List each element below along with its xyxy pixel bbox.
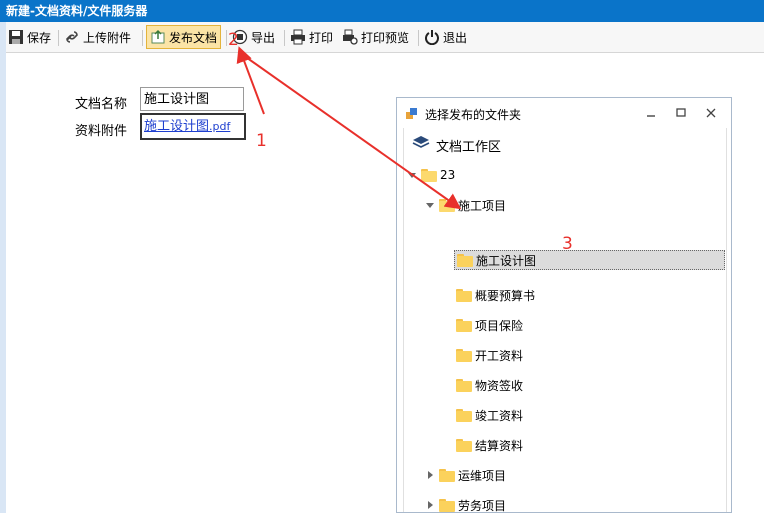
toolbar-separator (418, 30, 419, 46)
tree-node-label: 23 (440, 168, 456, 182)
document-name-label: 文档名称 (75, 97, 128, 112)
expanded-arrow-icon[interactable] (408, 172, 416, 178)
attachment-field[interactable]: 施工设计图.pdf (140, 113, 246, 140)
toolbar-separator (284, 30, 285, 46)
tree-node-labor[interactable]: 劳务项目 (428, 495, 506, 515)
attachment-label: 资料附件 (75, 124, 128, 139)
print-preview-icon (342, 29, 358, 45)
tree-node-label: 物资签收 (475, 378, 524, 393)
dialog-title: 选择发布的文件夹 (425, 108, 522, 122)
folder-icon (421, 168, 437, 182)
folder-icon (456, 318, 472, 332)
upload-attachment-button[interactable]: 上传附件 (64, 26, 131, 48)
attachment-link[interactable]: 施工设计图.pdf (144, 119, 230, 134)
annotation-number-1: 1 (256, 131, 267, 151)
toolbar-separator (226, 30, 227, 46)
publish-icon (150, 29, 166, 45)
annotation-number-3: 3 (562, 234, 573, 254)
tree-node-label: 施工项目 (458, 198, 507, 213)
layers-icon (412, 135, 430, 155)
tree-node[interactable]: 结算资料 (456, 435, 523, 455)
tree-node-label: 运维项目 (458, 468, 507, 483)
window-title-bar: 新建-文档资料/文件服务器 (0, 0, 764, 22)
tree-node[interactable]: 竣工资料 (456, 405, 523, 425)
print-preview-button[interactable]: 打印预览 (342, 26, 409, 48)
folder-icon (456, 348, 472, 362)
tree-node-23[interactable]: 23 (408, 165, 455, 185)
collapsed-arrow-icon[interactable] (428, 501, 433, 509)
save-icon (8, 29, 24, 45)
folder-icon (456, 378, 472, 392)
tree-node-construction[interactable]: 施工项目 (426, 195, 506, 215)
folder-icon (439, 198, 455, 212)
folder-icon (456, 288, 472, 302)
print-button[interactable]: 打印 (290, 26, 333, 48)
link-icon (64, 29, 80, 45)
folder-tree: 文档工作区 23 施工项目 施工设计图 概要预算书 项目保险 开工资料 物资签收… (403, 128, 727, 515)
close-icon[interactable] (704, 106, 718, 120)
save-button[interactable]: 保存 (8, 26, 51, 48)
folder-icon (456, 408, 472, 422)
left-edge-strip (0, 22, 6, 513)
publish-document-button[interactable]: 发布文档 (146, 25, 222, 49)
tree-node-label: 开工资料 (475, 348, 524, 363)
tree-node[interactable]: 项目保险 (456, 315, 523, 335)
tree-node-label: 劳务项目 (458, 498, 507, 513)
tree-node-label: 结算资料 (475, 438, 524, 453)
print-label: 打印 (309, 30, 334, 45)
toolbar: 保存 上传附件 发布文档 导出 打印 打印预览 退出 (6, 22, 764, 53)
tree-node-label: 竣工资料 (475, 408, 524, 423)
select-folder-dialog: 选择发布的文件夹 文档工作区 23 施工项目 施工设计图 概要预算书 项目保险 … (396, 97, 732, 513)
tree-node-label: 施工设计图 (476, 253, 537, 268)
tree-node[interactable]: 概要预算书 (456, 285, 535, 305)
expanded-arrow-icon[interactable] (426, 202, 434, 208)
tree-node-label: 项目保险 (475, 318, 524, 333)
dialog-app-icon (406, 108, 418, 123)
collapsed-arrow-icon[interactable] (428, 471, 433, 479)
exit-label: 退出 (443, 30, 468, 45)
tree-root-label: 文档工作区 (436, 139, 502, 155)
toolbar-separator (58, 30, 59, 46)
annotation-number-2: 2 (228, 30, 239, 50)
folder-icon (439, 498, 455, 512)
folder-icon (456, 438, 472, 452)
window-title: 新建-文档资料/文件服务器 (6, 4, 148, 18)
document-name-input[interactable]: 施工设计图 (140, 87, 244, 111)
folder-icon (457, 253, 473, 267)
publish-label: 发布文档 (169, 30, 218, 45)
minimize-icon[interactable] (644, 106, 658, 120)
tree-root[interactable]: 文档工作区 (412, 135, 501, 155)
tree-node-selected[interactable]: 施工设计图 (454, 250, 725, 270)
printer-icon (290, 29, 306, 45)
dialog-title-bar: 选择发布的文件夹 (397, 98, 731, 128)
export-label: 导出 (251, 30, 276, 45)
upload-label: 上传附件 (83, 30, 132, 45)
exit-button[interactable]: 退出 (424, 26, 467, 48)
print-preview-label: 打印预览 (361, 30, 410, 45)
document-name-value: 施工设计图 (144, 92, 210, 107)
folder-icon (439, 468, 455, 482)
toolbar-separator (142, 30, 143, 46)
tree-node-operations[interactable]: 运维项目 (428, 465, 506, 485)
tree-node-label: 概要预算书 (475, 288, 536, 303)
tree-node[interactable]: 开工资料 (456, 345, 523, 365)
maximize-icon[interactable] (674, 106, 688, 120)
power-icon (424, 29, 440, 46)
save-label: 保存 (27, 30, 52, 45)
tree-node[interactable]: 物资签收 (456, 375, 523, 395)
